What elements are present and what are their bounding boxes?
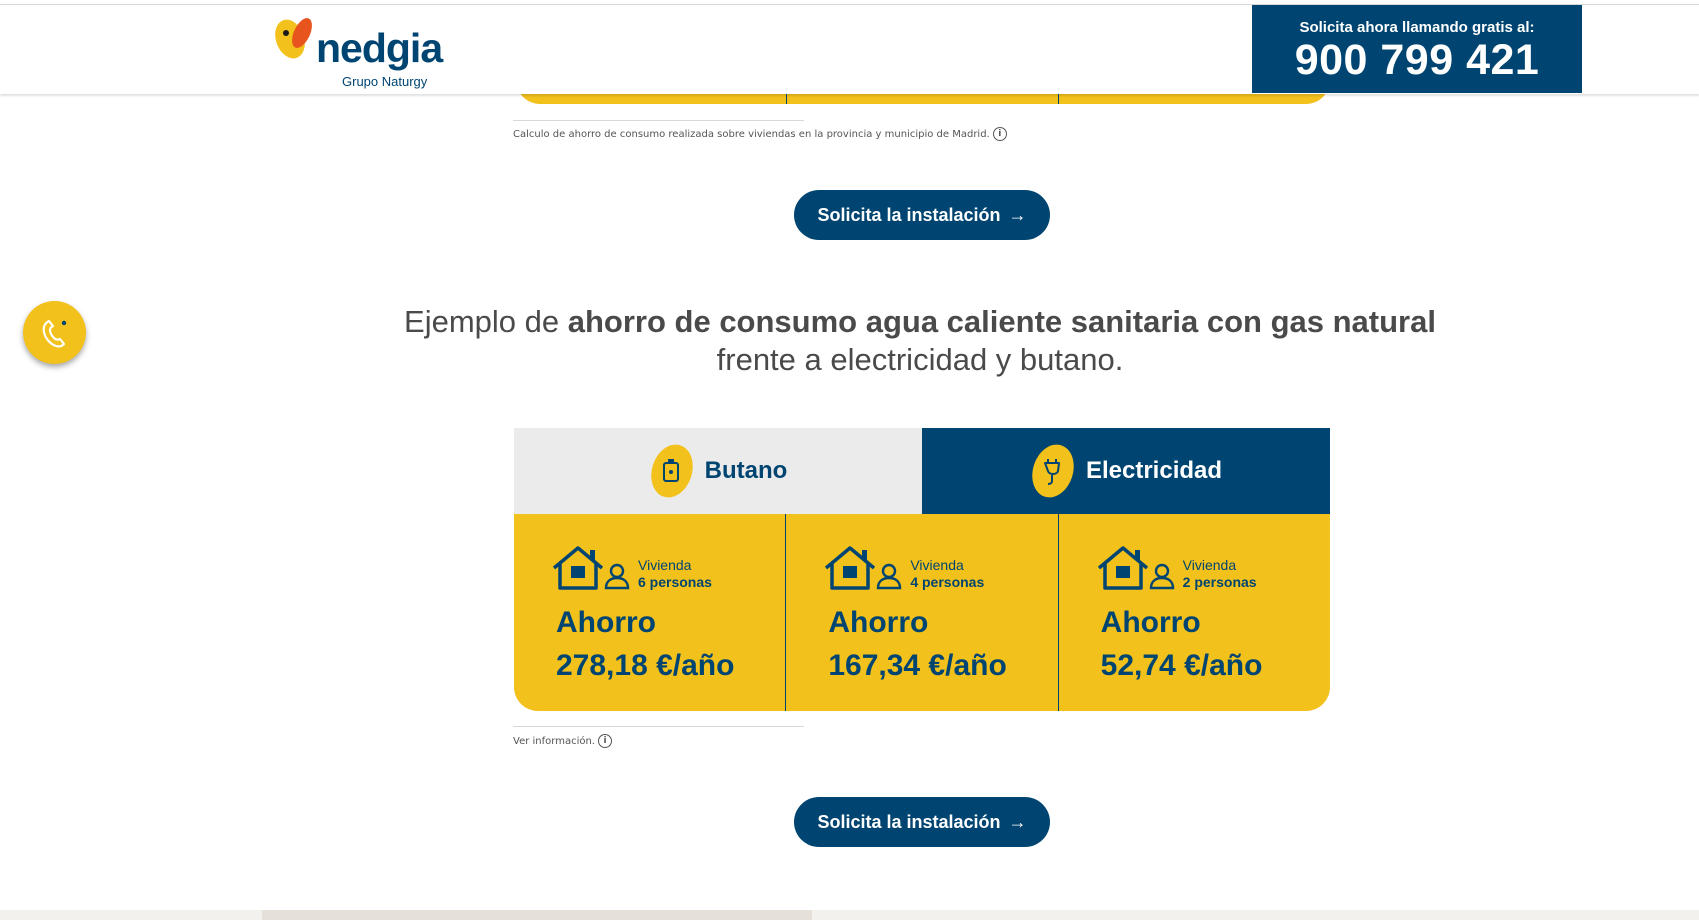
request-installation-label: Solicita la instalación <box>817 204 1001 225</box>
house-icon <box>552 546 604 590</box>
calculation-note: Calculo de ahorro de consumo realizada s… <box>513 127 1007 141</box>
logo-wordmark: nedgia <box>316 25 443 71</box>
household-people: 6 personas <box>638 574 712 590</box>
savings-amount: 278,18 €/año <box>556 649 735 682</box>
more-info-note: Ver información. i <box>513 734 612 748</box>
plug-icon <box>1032 444 1074 498</box>
tab-electricidad[interactable]: Electricidad <box>922 428 1330 514</box>
household-label: Vivienda <box>1182 557 1237 573</box>
nedgia-logo[interactable]: nedgia Grupo Naturgy <box>272 13 462 93</box>
section-headline: Ejemplo de ahorro de consumo agua calien… <box>380 303 1460 379</box>
more-info-text[interactable]: Ver información. <box>513 736 595 747</box>
call-banner[interactable]: Solicita ahora llamando gratis al: 900 7… <box>1252 5 1582 93</box>
savings-cards: Vivienda 6 personas Ahorro 278,18 €/año … <box>514 514 1330 711</box>
household-size: Vivienda 4 personas <box>910 557 984 591</box>
nedgia-butterfly-icon <box>275 18 312 59</box>
house-icon <box>1097 546 1148 590</box>
call-floating-button[interactable] <box>23 301 86 364</box>
headline-prefix: Ejemplo de <box>404 304 568 339</box>
note-divider <box>513 120 804 121</box>
household-people: 4 personas <box>910 574 985 590</box>
note-divider <box>513 726 804 727</box>
person-icon <box>877 563 902 590</box>
next-section-image <box>262 910 812 920</box>
request-installation-label: Solicita la instalación <box>817 811 1001 832</box>
headline-suffix: frente a electricidad y butano. <box>716 342 1124 377</box>
savings-label: Ahorro <box>1100 606 1201 639</box>
savings-amount: 167,34 €/año <box>828 649 1007 682</box>
savings-amount: 52,74 €/año <box>1100 649 1263 682</box>
next-section-strip <box>0 910 1699 920</box>
tab-electricidad-label: Electricidad <box>1085 457 1223 484</box>
savings-label: Ahorro <box>828 606 929 639</box>
savings-label: Ahorro <box>556 606 656 639</box>
calculation-note-text: Calculo de ahorro de consumo realizada s… <box>513 129 990 140</box>
gas-bottle-icon <box>650 444 693 498</box>
arrow-right-icon: → <box>1008 204 1027 225</box>
household-people: 2 personas <box>1182 574 1257 590</box>
energy-comparison-tabs: Butano Electricidad <box>514 428 1330 514</box>
request-installation-button[interactable]: Solicita la instalación → <box>794 190 1050 240</box>
household-size: Vivienda 6 personas <box>638 557 712 591</box>
phone-icon <box>42 319 66 347</box>
info-icon[interactable]: i <box>597 734 612 748</box>
savings-card: Vivienda 2 personas Ahorro 52,74 €/año <box>1059 514 1330 711</box>
tab-butano-label: Butano <box>704 457 788 484</box>
call-banner-number[interactable]: 900 799 421 <box>1252 36 1582 85</box>
logo-subtitle: Grupo Naturgy <box>342 74 428 89</box>
person-icon <box>604 563 630 590</box>
person-icon <box>1149 563 1174 590</box>
call-banner-label: Solicita ahora llamando gratis al: <box>1299 19 1535 36</box>
site-header: nedgia Grupo Naturgy Solicita ahora llam… <box>0 4 1699 94</box>
headline-emphasis: ahorro de consumo agua caliente sanitari… <box>567 304 1436 339</box>
request-installation-button[interactable]: Solicita la instalación → <box>794 797 1050 847</box>
household-label: Vivienda <box>910 557 964 573</box>
tab-butano[interactable]: Butano <box>514 428 922 514</box>
info-icon[interactable]: i <box>992 127 1007 141</box>
house-icon <box>825 546 876 590</box>
arrow-right-icon: → <box>1008 811 1027 832</box>
savings-card: Vivienda 6 personas Ahorro 278,18 €/año <box>514 514 787 711</box>
household-size: Vivienda 2 personas <box>1183 557 1257 591</box>
household-label: Vivienda <box>638 557 692 573</box>
savings-card: Vivienda 4 personas Ahorro 167,34 €/año <box>786 514 1059 711</box>
